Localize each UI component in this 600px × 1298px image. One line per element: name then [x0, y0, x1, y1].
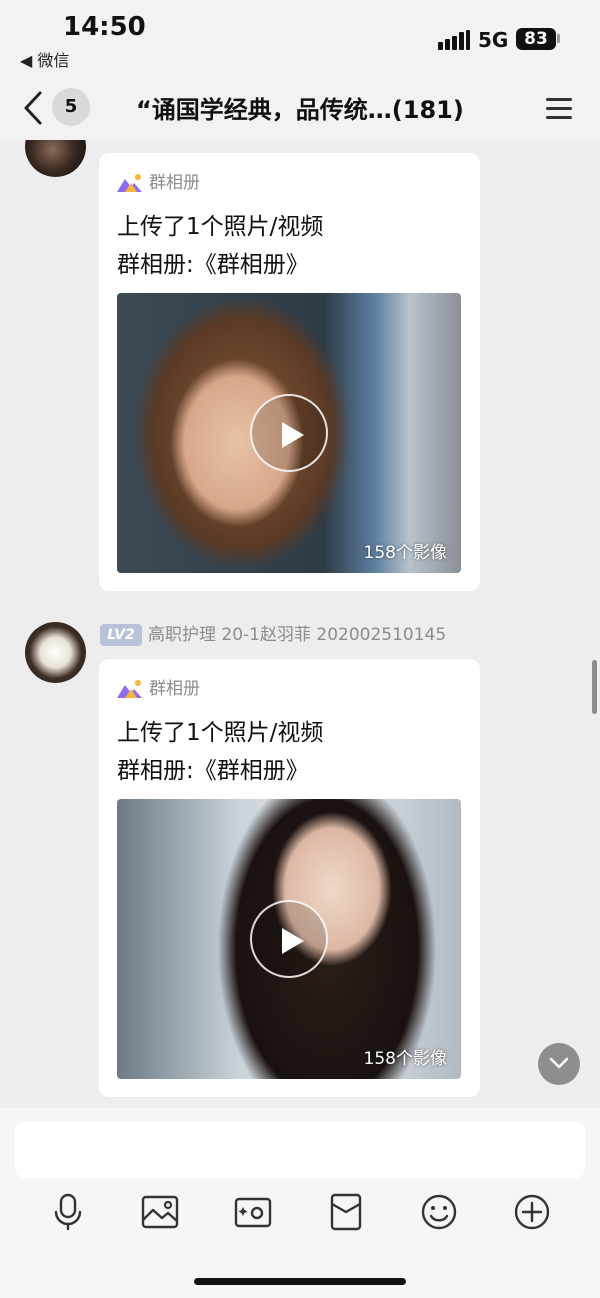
chevron-down-icon: [549, 1057, 569, 1069]
network-type: 5G: [478, 28, 509, 52]
avatar[interactable]: [25, 140, 86, 177]
battery-level: 83: [524, 29, 548, 49]
album-message-card[interactable]: 群相册 上传了1个照片/视频 群相册:《群相册》 158个影像: [99, 153, 480, 591]
level-badge: LV2: [100, 624, 142, 646]
microphone-icon[interactable]: [48, 1192, 88, 1232]
album-source-label: 群相册: [149, 173, 200, 193]
scrollbar[interactable]: [592, 660, 597, 714]
battery-icon: 83: [516, 28, 556, 50]
chat-header: 5 “诵国学经典，品传统…(181): [0, 80, 600, 140]
upload-summary: 上传了1个照片/视频: [117, 214, 324, 240]
scroll-to-bottom-button[interactable]: [538, 1043, 580, 1085]
signal-icon: [438, 30, 470, 50]
avatar[interactable]: [25, 622, 86, 683]
battery-tip: [557, 34, 560, 43]
video-thumbnail[interactable]: 158个影像: [117, 799, 461, 1079]
message-list[interactable]: 群相册 上传了1个照片/视频 群相册:《群相册》 158个影像 LV2 高职护理…: [0, 140, 600, 1108]
status-time: 14:50: [63, 12, 146, 42]
menu-button[interactable]: [546, 96, 574, 120]
album-name: 群相册:《群相册》: [117, 252, 309, 278]
media-count: 158个影像: [363, 543, 447, 563]
emoji-icon[interactable]: [419, 1192, 459, 1232]
chevron-left-icon: [24, 91, 42, 125]
album-source-label: 群相册: [149, 679, 200, 699]
sender-name[interactable]: 高职护理 20-1赵羽菲 202002510145: [148, 624, 446, 646]
video-thumbnail[interactable]: 158个影像: [117, 293, 461, 573]
camera-icon[interactable]: [233, 1192, 273, 1232]
plus-icon[interactable]: [512, 1192, 552, 1232]
message-input[interactable]: [15, 1122, 585, 1178]
play-icon: [282, 928, 304, 954]
group-album-icon: [117, 680, 142, 698]
group-album-icon: [117, 174, 142, 192]
unread-count-badge[interactable]: 5: [52, 88, 90, 126]
status-bar: 14:50 ◀ 微信 5G 83: [0, 0, 600, 80]
chat-title: “诵国学经典，品传统…(181): [136, 96, 464, 124]
media-count: 158个影像: [363, 1049, 447, 1069]
album-message-card[interactable]: 群相册 上传了1个照片/视频 群相册:《群相册》 158个影像: [99, 659, 480, 1097]
play-icon: [282, 422, 304, 448]
play-button[interactable]: [250, 900, 328, 978]
upload-summary: 上传了1个照片/视频: [117, 720, 324, 746]
back-button[interactable]: [22, 90, 52, 130]
image-icon[interactable]: [140, 1192, 180, 1232]
home-indicator[interactable]: [194, 1278, 406, 1285]
play-button[interactable]: [250, 394, 328, 472]
input-panel: [0, 1108, 600, 1298]
red-packet-icon[interactable]: [326, 1192, 366, 1232]
album-name: 群相册:《群相册》: [117, 758, 309, 784]
back-to-wechat-link[interactable]: ◀ 微信: [20, 47, 69, 71]
